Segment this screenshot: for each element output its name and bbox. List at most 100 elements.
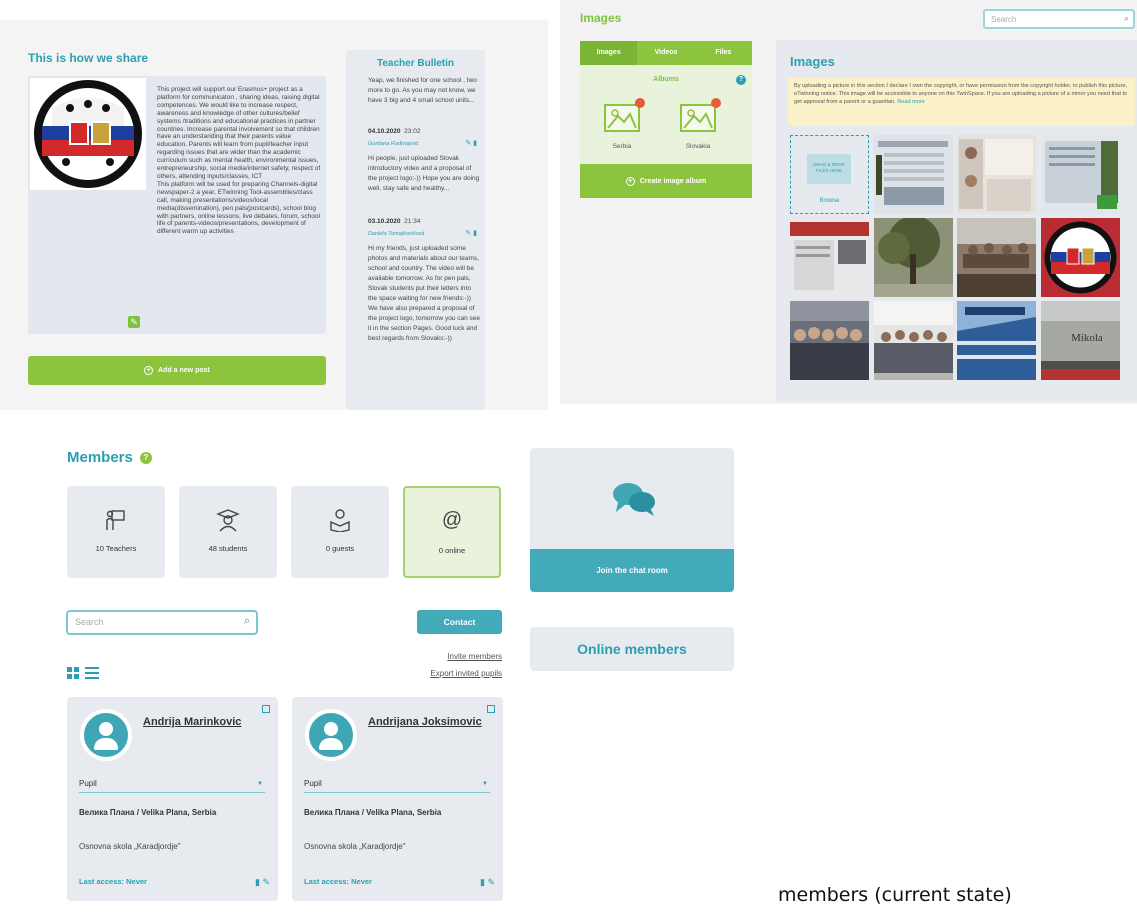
member-card: Andrija Marinkovic Pupil ▼ Велика Плана /…	[67, 697, 278, 901]
stat-teachers[interactable]: 10 Teachers	[67, 486, 165, 578]
teacher-bulletin: Teacher Bulletin Yeap, we finished for o…	[346, 50, 485, 410]
media-tabs: Images Videos Files	[580, 41, 752, 65]
tab-files[interactable]: Files	[695, 41, 752, 65]
chevron-down-icon: ▼	[482, 781, 488, 787]
gallery-photo[interactable]	[790, 301, 869, 380]
stat-students[interactable]: 48 students	[179, 486, 277, 578]
edit-icon[interactable]: ✎	[487, 877, 495, 887]
copyright-notice: By uploading a picture in this section I…	[788, 78, 1135, 126]
list-view-icon[interactable]	[85, 667, 99, 679]
bulletin-post-author[interactable]: Daniela Tomajkovičová	[368, 231, 424, 237]
role-value: Pupil	[79, 779, 97, 788]
last-access: Last access: Never	[304, 877, 372, 886]
gallery-photo[interactable]	[957, 218, 1036, 297]
role-select[interactable]: Pupil ▼	[304, 779, 490, 793]
bulletin-post-text: Hi my friends, just uploaded some photos…	[368, 245, 481, 342]
stat-label: 10 Teachers	[95, 544, 137, 553]
avatar	[80, 709, 132, 761]
stat-guests[interactable]: 0 guests	[291, 486, 389, 578]
upload-dropzone[interactable]: DRAG & DROP FILES HERE Browse	[790, 135, 869, 214]
online-members-button[interactable]: Online members	[530, 627, 734, 671]
gallery-photo[interactable]: Mikola	[1041, 301, 1120, 380]
bulletin-post-text: Yeap, we finished for one school , two m…	[368, 77, 477, 104]
member-school: Osnovna skola „Karadjordje"	[79, 842, 181, 851]
search-icon[interactable]: ⌕	[1124, 13, 1129, 24]
teacher-icon	[67, 508, 165, 538]
help-icon[interactable]: ?	[139, 451, 152, 464]
trash-icon[interactable]: ▮	[480, 877, 485, 887]
member-card: Andrijana Joksimovic Pupil ▼ Велика Плана…	[292, 697, 503, 901]
gallery-photo[interactable]	[874, 218, 953, 297]
member-actions: ▮ ✎	[480, 877, 495, 888]
images-title: Images	[580, 11, 622, 25]
album-slovakia-thumb[interactable]	[680, 104, 716, 132]
plus-circle-icon: +	[625, 176, 635, 186]
member-actions: ▮ ✎	[255, 877, 270, 888]
export-invited-pupils-link[interactable]: Export invited pupils	[360, 669, 502, 678]
gallery-photo[interactable]	[1041, 218, 1120, 297]
join-chat-button[interactable]: Join the chat room	[530, 549, 734, 592]
album-serbia-thumb[interactable]	[604, 104, 640, 132]
gallery-photo[interactable]	[1041, 135, 1120, 214]
edit-icon[interactable]: ✎	[262, 877, 270, 887]
stat-label: 48 students	[208, 544, 248, 553]
bulletin-post-author[interactable]: Gordana Radivojevic	[368, 141, 419, 147]
contact-button[interactable]: Contact	[417, 610, 502, 634]
stat-online[interactable]: @ 0 online	[403, 486, 501, 578]
gallery-photo[interactable]	[874, 135, 953, 214]
guest-icon	[291, 508, 389, 538]
select-checkbox[interactable]	[262, 705, 270, 713]
gallery-photo[interactable]	[874, 301, 953, 380]
search-placeholder: Search	[75, 617, 104, 627]
create-album-button[interactable]: + Create image album	[580, 164, 752, 198]
members-title-text: Members	[67, 449, 133, 466]
select-checkbox[interactable]	[487, 705, 495, 713]
add-post-button[interactable]: + Add a new post	[28, 356, 326, 385]
images-search-input[interactable]: Search ⌕	[983, 9, 1135, 29]
student-icon	[179, 508, 277, 538]
bulletin-post-actions: ✎ ▮	[465, 139, 477, 147]
trash-icon[interactable]: ▮	[255, 877, 260, 887]
last-access: Last access: Never	[79, 877, 147, 886]
avatar	[305, 709, 357, 761]
tab-images[interactable]: Images	[580, 41, 638, 65]
gallery-photo[interactable]	[957, 301, 1036, 380]
bulletin-post-date: 04.10.2020 23:02	[368, 128, 421, 135]
members-search-input[interactable]: Search ⌕	[66, 610, 258, 635]
gallery-photo[interactable]	[957, 135, 1036, 214]
album-name[interactable]: Slovakia	[668, 143, 728, 150]
member-school: Osnovna skola „Karadjordje"	[304, 842, 406, 851]
trash-icon[interactable]: ▮	[473, 140, 477, 147]
member-name[interactable]: Andrijana Joksimovic	[368, 715, 488, 729]
dropzone-label: DRAG & DROP FILES HERE	[807, 154, 851, 184]
caption: members (current state)	[778, 884, 1012, 906]
album-name[interactable]: Serbia	[592, 143, 652, 150]
bulletin-post-text: Hi people, just uploaded Slovak introduc…	[368, 155, 480, 192]
edit-icon[interactable]: ✎	[465, 140, 471, 147]
gallery-photo[interactable]	[790, 218, 869, 297]
role-value: Pupil	[304, 779, 322, 788]
read-more-link[interactable]: Read more	[897, 99, 925, 105]
help-icon[interactable]: ?	[736, 75, 746, 85]
member-name[interactable]: Andrija Marinkovic	[143, 715, 263, 729]
role-select[interactable]: Pupil ▼	[79, 779, 265, 793]
member-location: Велика Плана / Velika Plana, Serbia	[79, 808, 217, 817]
album-badge	[711, 98, 721, 108]
add-post-label: Add a new post	[158, 367, 210, 374]
member-location: Велика Плана / Velika Plana, Serbia	[304, 808, 442, 817]
trash-icon[interactable]: ▮	[473, 230, 477, 237]
edit-icon[interactable]: ✎	[465, 230, 471, 237]
browse-button[interactable]: Browse	[791, 198, 868, 204]
gallery-title: Images	[790, 54, 835, 69]
plus-circle-icon: +	[144, 366, 154, 375]
members-title: Members ?	[67, 449, 152, 466]
stat-label: 0 online	[438, 546, 466, 555]
invite-members-link[interactable]: Invite members	[380, 652, 502, 661]
tab-videos[interactable]: Videos	[637, 41, 694, 65]
edit-icon[interactable]: ✎	[128, 316, 140, 328]
at-icon: @	[441, 509, 463, 531]
grid-view-icon[interactable]	[67, 667, 79, 679]
project-logo	[30, 78, 146, 190]
search-icon[interactable]: ⌕	[244, 615, 250, 628]
view-toggle	[67, 667, 99, 679]
